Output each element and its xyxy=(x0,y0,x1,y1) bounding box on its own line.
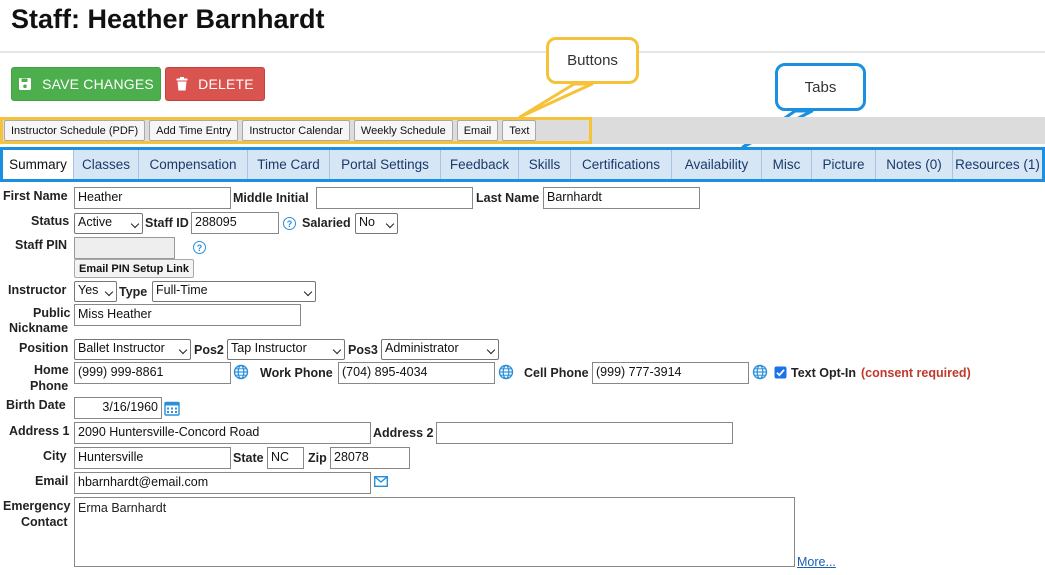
email-label: Email xyxy=(35,474,69,488)
pos3-select[interactable]: Administrator xyxy=(381,339,499,360)
tab-availability[interactable]: Availability xyxy=(672,150,762,179)
contact-label: Contact xyxy=(21,515,68,529)
tab-summary[interactable]: Summary xyxy=(3,150,74,179)
cell-phone-field[interactable]: (999) 777-3914 xyxy=(592,362,749,384)
last-name-field[interactable]: Barnhardt xyxy=(543,187,700,209)
tab-picture[interactable]: Picture xyxy=(812,150,876,179)
salaried-label: Salaried xyxy=(302,216,351,230)
zip-label: Zip xyxy=(308,451,327,465)
tab-resources[interactable]: Resources (1) xyxy=(953,150,1042,179)
pos2-label: Pos2 xyxy=(194,343,224,357)
middle-initial-label: Middle Initial xyxy=(233,191,309,205)
tab-bar: Summary Classes Compensation Time Card P… xyxy=(0,147,1045,182)
tab-misc[interactable]: Misc xyxy=(762,150,812,179)
nickname-field[interactable]: Miss Heather xyxy=(74,304,301,326)
instructor-select[interactable]: Yes xyxy=(74,281,117,302)
staff-id-label: Staff ID xyxy=(145,216,189,230)
first-name-field[interactable]: Heather xyxy=(74,187,231,209)
tab-portal-settings[interactable]: Portal Settings xyxy=(330,150,441,179)
tab-feedback[interactable]: Feedback xyxy=(441,150,519,179)
nickname-label: Nickname xyxy=(9,321,69,335)
address1-field[interactable]: 2090 Huntersville-Concord Road xyxy=(74,422,371,444)
text-button[interactable]: Text xyxy=(502,120,537,141)
weekly-schedule-button[interactable]: Weekly Schedule xyxy=(353,120,453,141)
buttons-callout-pointer xyxy=(518,82,594,119)
salaried-select[interactable]: No xyxy=(355,213,398,234)
pos2-select[interactable]: Tap Instructor xyxy=(227,339,345,360)
emergency-label: Emergency xyxy=(3,499,71,513)
work-phone-field[interactable]: (704) 895-4034 xyxy=(338,362,495,384)
emergency-contact-textarea[interactable]: Erma Barnhardt xyxy=(74,497,795,567)
city-label: City xyxy=(43,449,67,463)
work-phone-label: Work Phone xyxy=(260,366,333,380)
more-link[interactable]: More... xyxy=(797,555,836,569)
address2-field[interactable] xyxy=(436,422,733,444)
birth-date-field[interactable]: 3/16/1960 xyxy=(74,397,162,419)
city-field[interactable]: Huntersville xyxy=(74,447,231,469)
globe-icon[interactable] xyxy=(233,364,249,380)
tab-skills[interactable]: Skills xyxy=(519,150,571,179)
instructor-calendar-button[interactable]: Instructor Calendar xyxy=(242,120,350,141)
globe-icon[interactable] xyxy=(498,364,514,380)
instructor-schedule-pdf-button[interactable]: Instructor Schedule (PDF) xyxy=(4,120,146,141)
middle-initial-field[interactable] xyxy=(316,187,473,209)
calendar-icon[interactable] xyxy=(164,400,180,416)
address1-label: Address 1 xyxy=(9,424,70,438)
home-phone-field[interactable]: (999) 999-8861 xyxy=(74,362,231,384)
staff-pin-label: Staff PIN xyxy=(15,238,68,252)
staff-pin-field[interactable] xyxy=(74,237,175,259)
phone-label: Phone xyxy=(30,379,69,393)
last-name-label: Last Name xyxy=(476,191,540,205)
first-name-label: First Name xyxy=(3,189,68,203)
status-label: Status xyxy=(31,214,70,228)
tab-compensation[interactable]: Compensation xyxy=(139,150,248,179)
tab-time-card[interactable]: Time Card xyxy=(248,150,330,179)
toolbar: Instructor Schedule (PDF) Add Time Entry… xyxy=(0,117,592,144)
instructor-label: Instructor xyxy=(8,283,67,297)
type-select[interactable]: Full-Time xyxy=(152,281,316,302)
position-label: Position xyxy=(19,341,69,355)
envelope-icon[interactable] xyxy=(374,476,388,487)
home-label: Home xyxy=(34,363,69,377)
cell-phone-label: Cell Phone xyxy=(524,366,589,380)
question-circle-icon[interactable]: ? xyxy=(193,241,206,254)
add-time-entry-button[interactable]: Add Time Entry xyxy=(149,120,239,141)
globe-icon[interactable] xyxy=(752,364,768,380)
text-opt-in-checkbox[interactable] xyxy=(774,366,787,379)
zip-field[interactable]: 28078 xyxy=(330,447,410,469)
consent-required-link[interactable]: (consent required) xyxy=(861,366,971,381)
public-label: Public xyxy=(33,306,71,320)
email-pin-setup-link-button[interactable]: Email PIN Setup Link xyxy=(74,259,195,278)
address2-label: Address 2 xyxy=(373,426,434,440)
email-button[interactable]: Email xyxy=(456,120,499,141)
email-field[interactable]: hbarnhardt@email.com xyxy=(74,472,371,494)
position-select[interactable]: Ballet Instructor xyxy=(74,339,191,360)
status-select[interactable]: Active xyxy=(74,213,143,234)
text-opt-in-label: Text Opt-In xyxy=(791,366,857,380)
type-label: Type xyxy=(119,285,148,299)
state-label: State xyxy=(233,451,264,465)
tab-notes[interactable]: Notes (0) xyxy=(876,150,953,179)
pos3-label: Pos3 xyxy=(348,343,378,357)
birth-date-label: Birth Date xyxy=(6,398,66,412)
question-circle-icon[interactable]: ? xyxy=(283,217,296,230)
tab-certifications[interactable]: Certifications xyxy=(571,150,672,179)
tab-classes[interactable]: Classes xyxy=(74,150,139,179)
staff-id-field[interactable]: 288095 xyxy=(191,212,279,234)
state-field[interactable]: NC xyxy=(267,447,304,469)
